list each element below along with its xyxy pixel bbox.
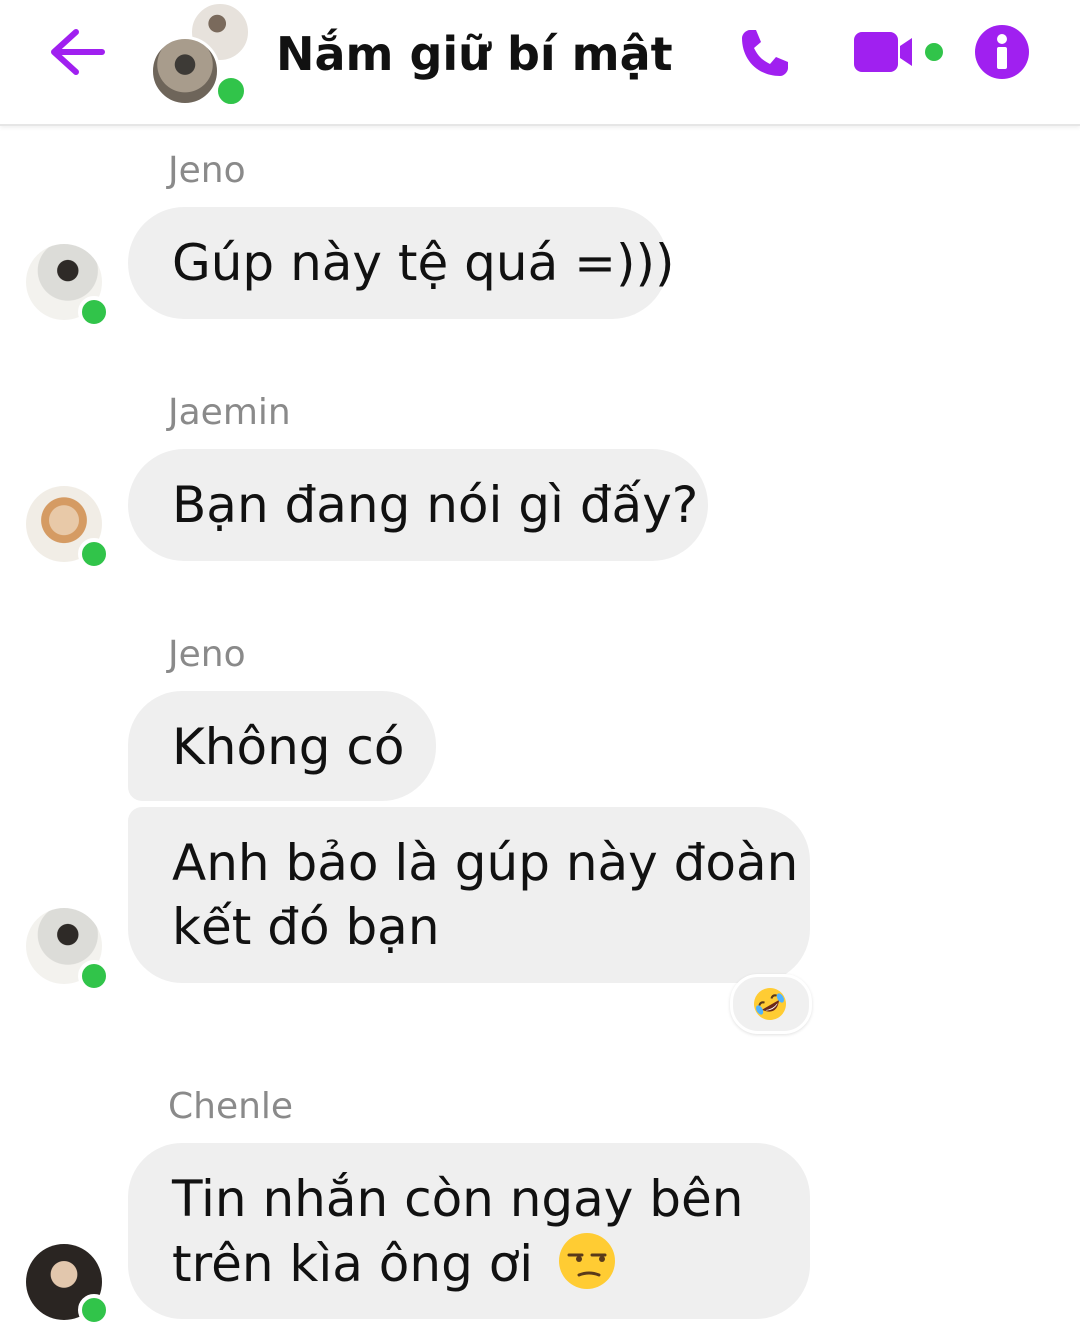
- chat-header: Nắm giữ bí mật: [0, 0, 1080, 126]
- sender-name: Chenle: [168, 1086, 294, 1127]
- group-avatar[interactable]: [150, 2, 250, 108]
- message-text: trên kìa ông ơi: [172, 1235, 534, 1293]
- back-arrow-icon[interactable]: [46, 24, 106, 80]
- message-bubble[interactable]: Bạn đang nói gì đấy?: [128, 449, 708, 561]
- message-line: Anh bảo là gúp này đoàn: [172, 834, 799, 892]
- message-bubble[interactable]: Anh bảo là gúp này đoàn kết đó bạn: [128, 807, 810, 983]
- message-line: Tin nhắn còn ngay bên: [172, 1170, 744, 1228]
- member-avatar: [150, 36, 220, 106]
- conversation-title[interactable]: Nắm giữ bí mật: [276, 24, 673, 84]
- sender-name: Jeno: [168, 634, 246, 675]
- message-line: trên kìa ông ơi: [172, 1231, 766, 1296]
- unamused-face-emoji-icon: [559, 1233, 616, 1289]
- sender-name: Jaemin: [168, 392, 291, 433]
- message-bubble[interactable]: Không có: [128, 691, 436, 801]
- message-bubble[interactable]: Gúp này tệ quá =))): [128, 207, 675, 319]
- online-indicator: [78, 1294, 110, 1326]
- video-camera-icon[interactable]: [852, 28, 946, 76]
- online-indicator: [214, 74, 248, 108]
- message-reaction[interactable]: [730, 974, 812, 1034]
- phone-icon[interactable]: [736, 24, 794, 82]
- online-indicator: [78, 296, 110, 328]
- message-text: Bạn đang nói gì đấy?: [172, 476, 699, 534]
- message-text: Gúp này tệ quá =))): [172, 234, 675, 292]
- info-icon[interactable]: [974, 24, 1030, 80]
- message-bubble[interactable]: Tin nhắn còn ngay bên trên kìa ông ơi: [128, 1143, 810, 1319]
- message-text: Không có: [172, 718, 405, 776]
- online-indicator: [78, 960, 110, 992]
- sender-name: Jeno: [168, 150, 246, 191]
- rolling-on-floor-laughing-emoji-icon: [754, 988, 786, 1020]
- online-indicator: [78, 538, 110, 570]
- message-line: kết đó bạn: [172, 898, 440, 956]
